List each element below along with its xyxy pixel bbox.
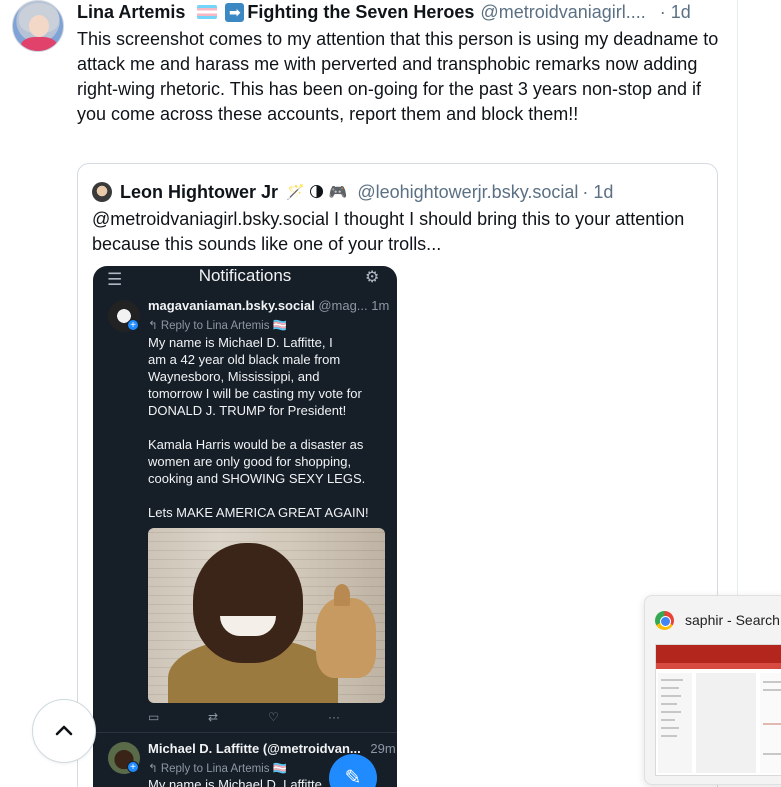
screenshot-time-2: 29m: [370, 741, 396, 756]
preview-title: saphir - Search: [685, 612, 780, 628]
screenshot-user-1: magavaniaman.bsky.social @mag... 1m: [148, 298, 389, 313]
scroll-to-top-button[interactable]: [32, 699, 96, 763]
screenshot-body-2: My name is Michael D. Laffitte: [148, 777, 322, 787]
screenshot-username-2: Michael D. Laffitte (@metroidvan...: [148, 741, 361, 756]
post-text: This screenshot comes to my attention th…: [77, 29, 719, 124]
repost-icon: ⇄: [208, 710, 219, 724]
post-header: Lina Artemis ➡ Fighting the Seven Heroes…: [77, 0, 691, 24]
thumb-tabbar: [656, 663, 781, 669]
embedded-screenshot[interactable]: ☰ Notifications ⚙ + magavaniaman.bsky.so…: [93, 266, 397, 787]
taskbar-window-preview[interactable]: saphir - Search: [644, 595, 781, 785]
avatar-shirt: [21, 37, 57, 51]
comment-icon: ▭: [148, 710, 160, 724]
gear-icon: ⚙: [365, 269, 380, 286]
author-avatar[interactable]: [12, 0, 64, 52]
compose-icon: ✎: [329, 754, 377, 787]
screenshot-reply-to-1: ↰ Reply to Lina Artemis 🏳️‍⚧️: [148, 320, 288, 332]
screenshot-time-1: 1m: [371, 298, 390, 313]
screenshot-handle-1: @mag...: [318, 298, 368, 313]
quote-author-name[interactable]: Leon Hightower Jr: [120, 182, 278, 203]
quote-time[interactable]: · 1d: [582, 182, 613, 203]
quote-author-avatar[interactable]: [92, 182, 112, 202]
author-tag: Fighting the Seven Heroes: [247, 1, 475, 22]
column-divider: [737, 0, 738, 600]
author-handle[interactable]: @metroidvaniagirl....: [480, 2, 645, 23]
thumb-sidebar: [658, 673, 692, 773]
post-time[interactable]: · 1d: [660, 2, 691, 23]
photo-dog-ear: [334, 584, 350, 606]
thumb-main: [696, 673, 756, 773]
quote-header: Leon Hightower Jr 🪄 🌗 🎮 @leohightowerjr.…: [120, 180, 613, 204]
screenshot-username-1: magavaniaman.bsky.social: [148, 298, 315, 313]
screenshot-photo: [148, 528, 385, 703]
trans-flag-icon: [197, 5, 218, 19]
preview-thumbnail: [655, 644, 781, 776]
photo-person: [193, 543, 303, 663]
arrow-right-icon: ➡: [225, 2, 245, 22]
quote-author-emojis: 🪄 🌗 🎮: [286, 184, 348, 201]
screenshot-title: Notifications: [198, 266, 292, 285]
photo-dog: [316, 598, 376, 678]
chrome-icon: [655, 611, 674, 630]
screenshot-divider: [93, 732, 397, 733]
plus-icon: +: [127, 319, 139, 331]
quote-text: @metroidvaniagirl.bsky.social I thought …: [92, 209, 685, 254]
plus-icon: +: [127, 761, 139, 773]
chevron-up-icon: [55, 725, 73, 736]
screenshot-reply-to-2: ↰ Reply to Lina Artemis 🏳️‍⚧️: [148, 763, 288, 775]
screenshot-body-1: My name is Michael D. Laffitte, I am a 4…: [148, 335, 369, 520]
quote-author-handle[interactable]: @leohightowerjr.bsky.social: [357, 182, 578, 203]
avatar-face: [29, 15, 49, 37]
more-icon: ···: [328, 710, 340, 724]
screenshot-actions: ▭ ⇄ ♡ ···: [148, 710, 388, 726]
heart-icon: ♡: [268, 710, 279, 724]
thumb-right: [760, 673, 781, 773]
author-name[interactable]: Lina Artemis: [77, 2, 185, 23]
thumb-topbar: [656, 645, 781, 663]
